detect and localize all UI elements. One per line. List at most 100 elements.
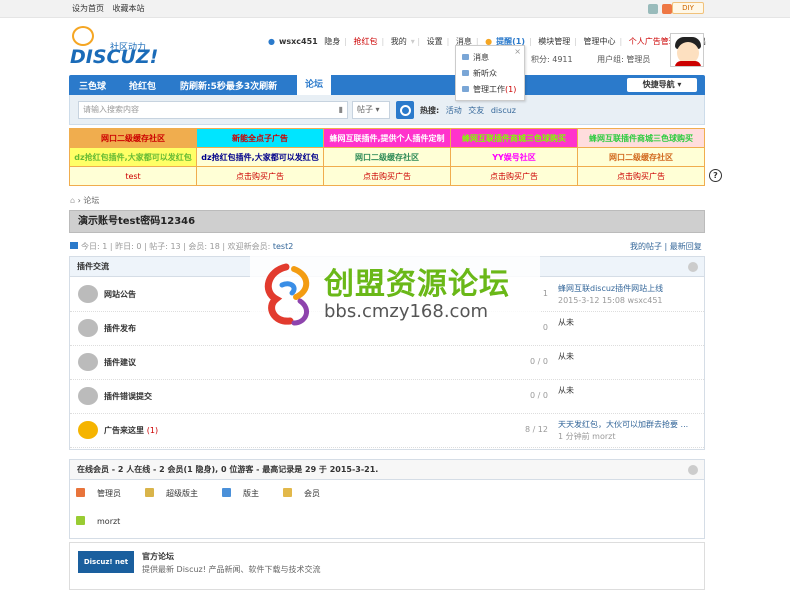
username-link[interactable]: wsxc451 [279, 37, 318, 46]
ad-cell[interactable]: 蜂网互联插件商城三色球购买 [577, 128, 705, 148]
hot-link[interactable]: 交友 [468, 106, 484, 115]
forum-last-post: 蜂网互联discuz插件网站上线 2015-3-12 15:08 wsxc451 [558, 283, 663, 307]
nav-item-forum[interactable]: 论坛 [297, 75, 332, 95]
nav-item-qianghongbao[interactable]: 抢红包 [129, 79, 156, 92]
forum-last-post: 从未 [558, 385, 574, 397]
bulb-icon [72, 26, 94, 46]
person-icon [462, 70, 469, 76]
forum-name[interactable]: 插件错误提交 [104, 391, 152, 402]
ad-cell[interactable]: 网口二级缓存社区 [69, 128, 197, 148]
newest-member-link[interactable]: test2 [273, 242, 293, 251]
ad-cell[interactable]: 网口二级缓存社区 [577, 147, 705, 167]
fullscreen-icon[interactable] [648, 4, 658, 14]
search-input[interactable]: 请输入搜索内容 ▮ [78, 101, 348, 119]
ad-cell[interactable]: 蜂网互联插件商城三色球购买 [450, 128, 578, 148]
breadcrumb-forum[interactable]: 论坛 [83, 196, 99, 205]
my-posts-link[interactable]: 我的帖子 [630, 242, 662, 251]
usergroup-icon [222, 488, 231, 497]
forum-name[interactable]: 网站公告 [104, 289, 136, 300]
points-link[interactable]: 积分: 4911 [531, 55, 573, 64]
avatar[interactable] [670, 33, 704, 67]
settings-link[interactable]: 设置 [427, 37, 443, 46]
forum-row: 插件建议 0 / 0 从未 [70, 346, 704, 380]
ad-cell[interactable]: 点击购买广告 [196, 166, 324, 186]
collapse-icon[interactable] [688, 465, 698, 475]
forum-stats: 今日: 1 | 昨日: 0 | 帖子: 13 | 会员: 18 | 欢迎新会员:… [70, 241, 293, 252]
logo-word: DISCUZ! [70, 46, 159, 68]
quick-nav-button[interactable]: 快捷导航 ▾ [627, 78, 697, 92]
mail-icon [462, 54, 469, 60]
online-user[interactable]: morzt [76, 516, 132, 526]
bookmark-link[interactable]: 收藏本站 [113, 4, 145, 13]
set-home-link[interactable]: 设为首页 [72, 4, 104, 13]
forum-name[interactable]: 广告来这里 (1) [104, 425, 158, 436]
search-type-select[interactable]: 帖子 ▾ [352, 101, 390, 119]
ad-cell[interactable]: 点击购买广告 [323, 166, 451, 186]
style-icon[interactable] [662, 4, 672, 14]
announcement-title: 演示账号test密码12346 [69, 210, 705, 233]
manage-center-link[interactable]: 管理中心 [583, 37, 615, 46]
partner-name[interactable]: 官方论坛 [142, 551, 174, 562]
last-post-link: 从未 [558, 386, 574, 395]
ad-table: 网口二级缓存社区 新能全点子广告 蜂网互联插件,提供个人插件定制 蜂网互联插件商城三色… [69, 128, 705, 186]
invisible-link[interactable]: 隐身 [324, 37, 340, 46]
latest-reply-link[interactable]: 最新回复 [670, 242, 702, 251]
popup-item-manage[interactable]: 管理工作(1) [462, 84, 516, 95]
remind-popup: × 消息 新听众 管理工作(1) [455, 45, 525, 101]
ad-row: 网口二级缓存社区 新能全点子广告 蜂网互联插件,提供个人插件定制 蜂网互联插件商城三色… [69, 128, 705, 148]
ad-cell[interactable]: 蜂网互联插件,提供个人插件定制 [323, 128, 451, 148]
online-title[interactable]: 在线会员 - 2 人在线 - 2 会员(1 隐身), 0 位游客 - 最高记录是… [77, 465, 378, 474]
my-menu[interactable]: 我的 [391, 37, 407, 46]
forum-row: 广告来这里 (1) 8 / 12 天天发红包，大伙可以加群去抢要 ... 1 分钟前 … [70, 414, 704, 448]
forum-counts: 8 / 12 [524, 425, 548, 434]
ad-cell[interactable]: 点击购买广告 [577, 166, 705, 186]
online-user-list: morzt [76, 516, 144, 526]
collapse-icon[interactable] [688, 262, 698, 272]
help-icon[interactable]: ? [709, 169, 722, 182]
forum-name[interactable]: 插件发布 [104, 323, 136, 334]
ad-cell[interactable]: YY娱号社区 [450, 147, 578, 167]
usergroup-link[interactable]: 用户组: 管理员 [597, 55, 650, 64]
last-post-link[interactable]: 蜂网互联discuz插件网站上线 [558, 284, 663, 293]
legend-item: 管理员 [76, 488, 133, 498]
ad-cell[interactable]: 新能全点子广告 [196, 128, 324, 148]
mic-icon[interactable]: ▮ [339, 102, 343, 118]
home-icon[interactable]: ⌂ [70, 196, 75, 205]
watermark: 创盟资源论坛 bbs.cmzy168.com [250, 255, 540, 335]
hot-link[interactable]: discuz [491, 106, 516, 115]
search-button[interactable] [396, 101, 414, 119]
close-icon[interactable]: × [514, 47, 521, 56]
popup-item-messages[interactable]: 消息 [462, 52, 489, 63]
forum-name[interactable]: 插件建议 [104, 357, 136, 368]
diy-button[interactable]: DIY [672, 2, 704, 14]
ad-cell[interactable]: 点击购买广告 [450, 166, 578, 186]
partner-box: Discuz! net 官方论坛 提供最新 Discuz! 产品新闻、软件下载与… [69, 542, 705, 590]
forum-counts: 0 / 0 [530, 391, 548, 400]
ad-cell[interactable]: 网口二级缓存社区 [323, 147, 451, 167]
ad-cell[interactable]: test [69, 166, 197, 186]
forum-counts: 0 / 0 [530, 357, 548, 366]
hot-search: 热搜: 活动 交友 discuz [420, 105, 516, 116]
ad-cell[interactable]: dz抢红包插件,大家都可以发红包 [69, 147, 197, 167]
forum-last-post: 从未 [558, 317, 574, 329]
hot-link[interactable]: 活动 [446, 106, 462, 115]
site-logo[interactable]: 社区动力 DISCUZ! [70, 26, 160, 68]
nav-item-antirefresh[interactable]: 防刷新:5秒最多3次刷新 [180, 79, 277, 92]
qianghongbao-link[interactable]: 抢红包 [354, 37, 378, 46]
discuz-logo[interactable]: Discuz! net [78, 551, 134, 573]
category-title[interactable]: 插件交流 [77, 262, 109, 271]
ad-cell[interactable]: dz抢红包插件,大家都可以发红包 [196, 147, 324, 167]
last-post-meta: 2015-3-12 15:08 wsxc451 [558, 296, 663, 305]
breadcrumb: ⌂ › 论坛 [70, 196, 100, 205]
module-manage-link[interactable]: 模块管理 [538, 37, 570, 46]
usergroup-icon [76, 488, 85, 497]
forum-bubble-icon [78, 285, 98, 303]
nav-item-sanseqiu[interactable]: 三色球 [79, 79, 106, 92]
swirl-logo-icon [264, 263, 310, 326]
forum-last-post: 天天发红包，大伙可以加群去抢要 ... 1 分钟前 morzt [558, 419, 688, 443]
usergroup-legend: 管理员 超级版主 版主 会员 [76, 488, 344, 499]
forum-bubble-icon [78, 353, 98, 371]
last-post-link[interactable]: 天天发红包，大伙可以加群去抢要 ... [558, 420, 688, 429]
popup-item-followers[interactable]: 新听众 [462, 68, 497, 79]
forum-last-post: 从未 [558, 351, 574, 363]
